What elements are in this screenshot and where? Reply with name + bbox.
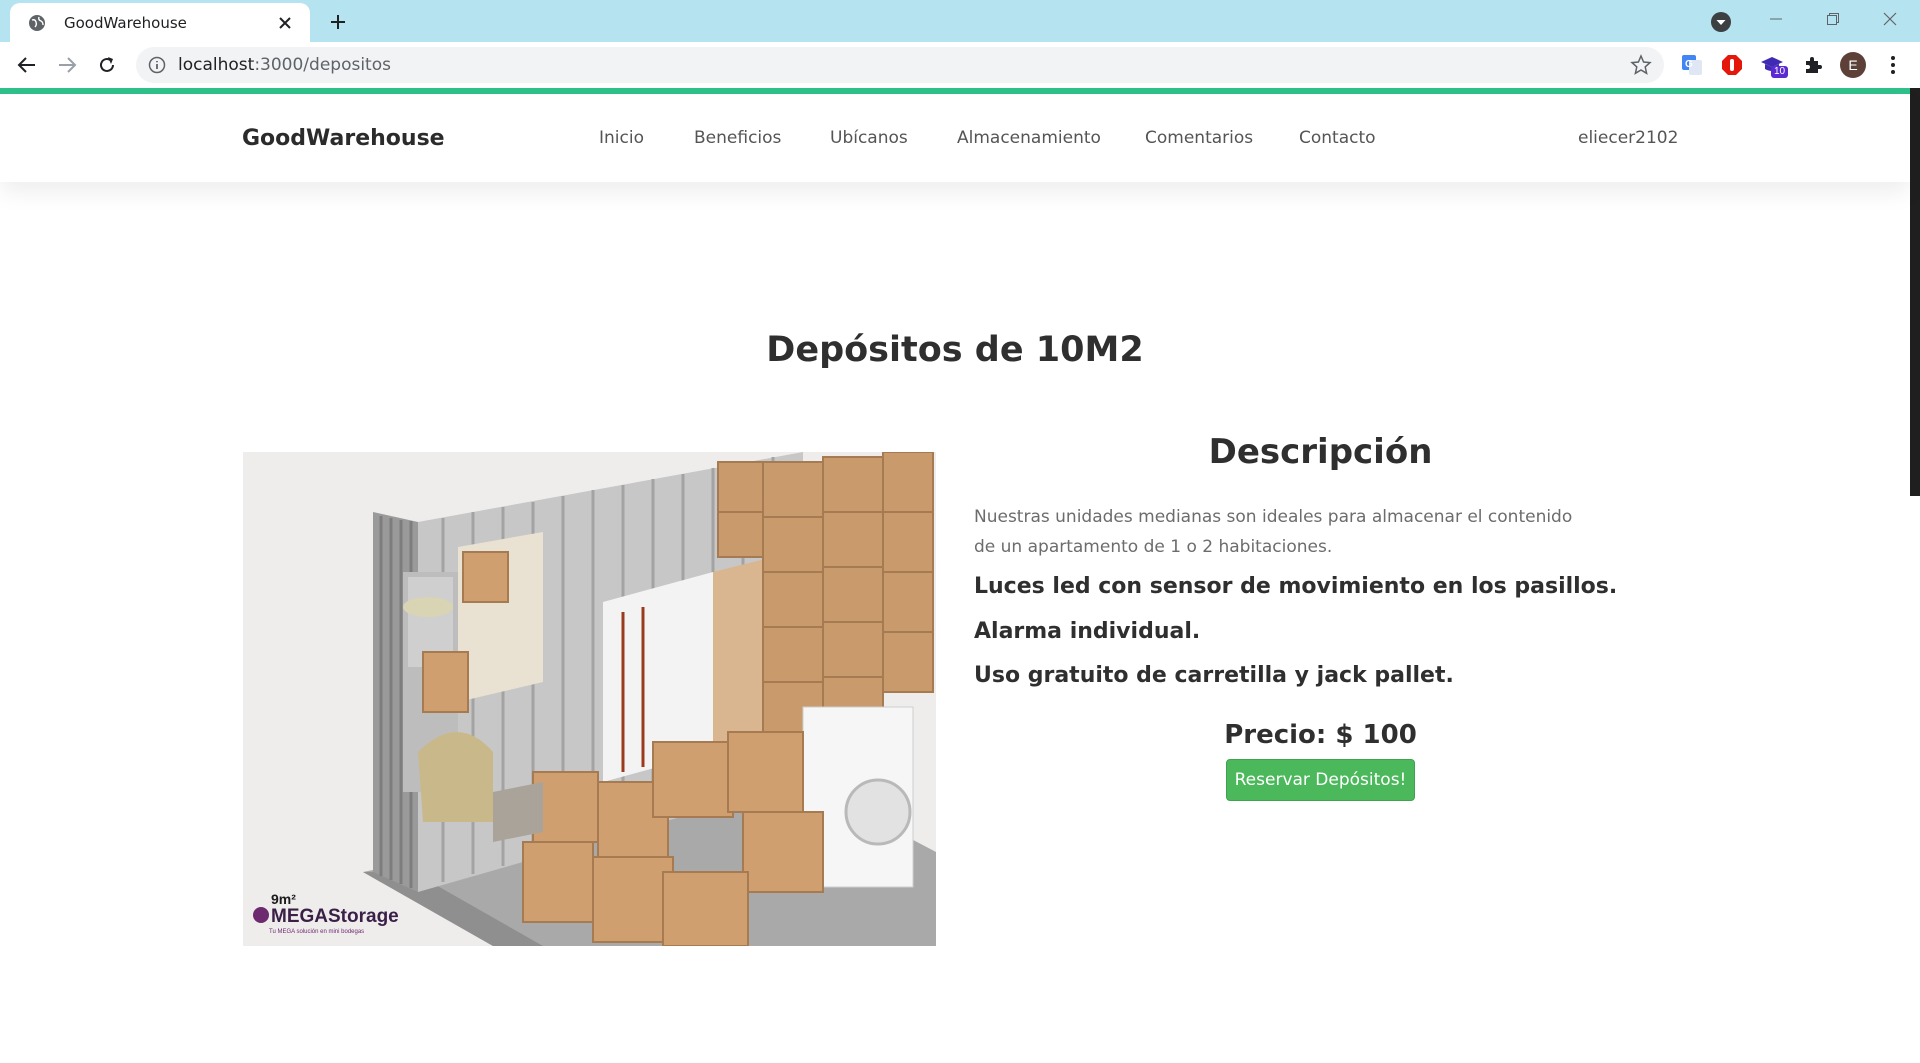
graduation-cap-extension-icon[interactable]: 10 xyxy=(1757,50,1789,80)
avatar: E xyxy=(1840,52,1866,78)
close-tab-icon[interactable] xyxy=(274,12,296,34)
restore-icon[interactable] xyxy=(1810,4,1856,34)
url-text: localhost:3000/depositos xyxy=(178,55,391,75)
profile-avatar[interactable]: E xyxy=(1838,50,1868,80)
page-title: Depósitos de 10M2 xyxy=(766,330,1144,370)
nav-link-beneficios[interactable]: Beneficios xyxy=(694,128,781,148)
forward-arrow-icon[interactable] xyxy=(52,50,82,80)
nav-link-almacenamiento[interactable]: Almacenamiento xyxy=(957,128,1101,148)
price-label: Precio: $ 100 xyxy=(1224,720,1417,750)
nav-link-ubicanos[interactable]: Ubícanos xyxy=(830,128,908,148)
storage-unit-image: 9m² MEGAStorage Tu MEGA solución en mini… xyxy=(243,452,936,946)
more-menu-icon[interactable] xyxy=(1878,50,1908,80)
globe-icon xyxy=(29,14,45,31)
google-translate-icon[interactable]: G xyxy=(1677,50,1707,80)
close-window-icon[interactable] xyxy=(1867,4,1913,34)
extensions-puzzle-icon[interactable] xyxy=(1798,50,1828,80)
nav-link-inicio[interactable]: Inicio xyxy=(599,128,644,148)
image-logo-size: 9m² xyxy=(271,891,296,907)
description-heading: Descripción xyxy=(1208,432,1433,472)
feature-item: Luces led con sensor de movimiento en lo… xyxy=(974,574,1618,599)
new-tab-icon[interactable] xyxy=(325,9,351,35)
extension-badge: 10 xyxy=(1771,66,1789,78)
nav-link-comentarios[interactable]: Comentarios xyxy=(1145,128,1253,148)
address-bar[interactable]: localhost:3000/depositos xyxy=(136,47,1664,83)
tab-search-icon[interactable] xyxy=(1710,11,1732,33)
site-navbar: GoodWarehouse Inicio Beneficios Ubícanos… xyxy=(0,94,1910,182)
brand-logo[interactable]: GoodWarehouse xyxy=(242,126,445,151)
user-menu[interactable]: eliecer2102 xyxy=(1578,128,1678,148)
minimize-icon[interactable] xyxy=(1753,4,1799,34)
site-info-icon[interactable] xyxy=(148,56,166,74)
description-text: Nuestras unidades medianas son ideales p… xyxy=(974,507,1573,557)
svg-text:G: G xyxy=(1685,59,1693,70)
image-logo-tagline: Tu MEGA solución en mini bodegas xyxy=(269,929,364,935)
reserve-button[interactable]: Reservar Depósitos! xyxy=(1226,759,1415,801)
adblock-icon[interactable] xyxy=(1717,50,1747,80)
scrollbar-thumb[interactable] xyxy=(1910,88,1920,496)
back-arrow-icon[interactable] xyxy=(12,50,42,80)
browser-tab-strip: GoodWarehouse xyxy=(0,0,1920,42)
browser-toolbar: localhost:3000/depositos G 10 E xyxy=(0,42,1920,88)
browser-tab[interactable]: GoodWarehouse xyxy=(10,3,310,42)
url-path: :3000/depositos xyxy=(254,55,391,75)
bookmark-star-icon[interactable] xyxy=(1630,54,1652,76)
feature-item: Uso gratuito de carretilla y jack pallet… xyxy=(974,663,1454,688)
feature-item: Alarma individual. xyxy=(974,619,1201,644)
nav-link-contacto[interactable]: Contacto xyxy=(1299,128,1376,148)
tab-title: GoodWarehouse xyxy=(64,13,187,32)
image-logo-brand: MEGAStorage xyxy=(271,906,399,927)
url-host: localhost xyxy=(178,55,255,75)
reload-icon[interactable] xyxy=(92,50,122,80)
